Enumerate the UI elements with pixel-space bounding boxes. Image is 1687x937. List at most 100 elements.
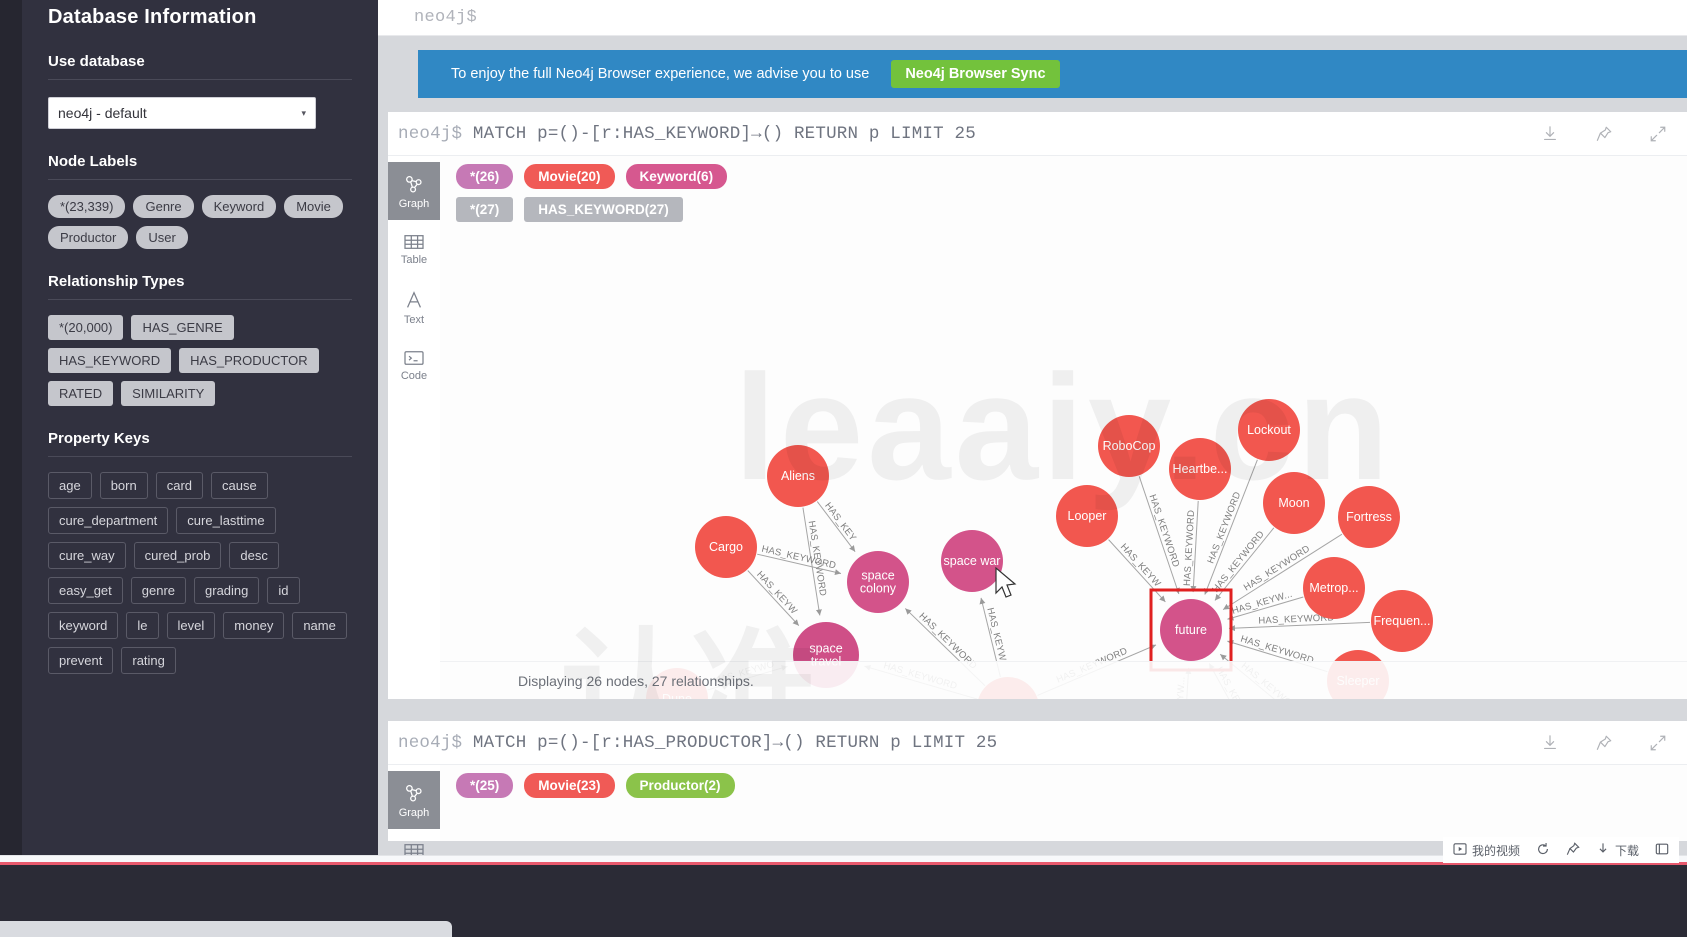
play-icon [1453,842,1467,858]
bottom-bar-item-4[interactable] [1655,842,1669,859]
bottom-bar-item-2[interactable] [1566,841,1580,859]
property-key-chip-11[interactable]: grading [194,577,260,604]
property-key-chip-9[interactable]: easy_get [48,577,123,604]
graph-icon [403,173,425,195]
page-title: Database Information [48,6,257,28]
node-label-chip-0[interactable]: *(23,339) [48,195,126,218]
graph-node-heartbe[interactable]: Heartbe... [1169,438,1231,500]
property-key-chip-2[interactable]: card [155,472,204,499]
refresh-icon [1536,842,1550,859]
graph-node-fortress[interactable]: Fortress [1338,486,1400,548]
graph-canvas[interactable]: 认准 leaaiy.cn *(26) Movie(20) Keyword(6) *(… [440,156,1687,699]
pin-icon[interactable] [1595,125,1613,143]
graph-relationship[interactable]: HAS_KEYWORD [1182,500,1199,593]
view-button-graph[interactable]: Graph [388,771,440,829]
bottom-bar-item-0[interactable]: 我的视频 [1453,842,1520,859]
graph-relationship[interactable]: HAS_KEYW [1108,539,1166,603]
rel-chip-1[interactable]: HAS_KEYWORD(27) [524,197,683,222]
view-button-text[interactable]: Text [388,278,440,336]
property-key-chip-5[interactable]: cure_lasttime [176,507,276,534]
property-key-chip-12[interactable]: id [267,577,300,604]
property-key-chip-3[interactable]: cause [211,472,268,499]
property-key-chip-15[interactable]: level [166,612,216,639]
frame-2-label-chips: *(25) Movie(23) Productor(2) [456,773,735,798]
graph-node-future[interactable]: future [1160,599,1222,661]
property-key-chip-17[interactable]: name [292,612,347,639]
node-chip-0[interactable]: *(25) [456,773,514,798]
bottom-bar-item-1[interactable] [1536,842,1550,859]
expand-icon[interactable] [1649,734,1667,752]
relationship-type-chip-1[interactable]: HAS_GENRE [131,315,234,340]
relationship-type-chip-4[interactable]: RATED [48,381,114,406]
graph-node-spacewar[interactable]: space war [941,530,1003,592]
node-chip-2[interactable]: Productor(2) [625,773,735,798]
frame-1-query: neo4j$ MATCH p=()-[r:HAS_KEYWORD]→() RET… [388,124,976,144]
node-label-chip-3[interactable]: Movie [284,195,343,218]
graph-node-spacecolony[interactable]: spacecolony [847,551,909,613]
graph-node-lockout[interactable]: Lockout [1238,399,1300,461]
node-label-chip-row: *(25) Movie(23) Productor(2) [456,773,735,798]
graph-node-looper[interactable]: Looper [1056,485,1118,547]
node-label-chip-5[interactable]: User [136,226,188,249]
graph-node-moon[interactable]: Moon [1263,472,1325,534]
download-icon[interactable] [1541,125,1559,143]
relationship-type-chip-2[interactable]: HAS_KEYWORD [48,348,172,373]
node-label-chip-1[interactable]: Genre [133,195,194,218]
property-key-chip-16[interactable]: money [223,612,285,639]
graph-visualization[interactable]: HAS_KEYHAS_KEYWORDHAS_KEYWORDHAS_KEYWHAS… [440,156,1687,699]
pin-icon[interactable] [1595,734,1613,752]
cypher-editor[interactable]: neo4j$ [378,0,1687,36]
rel-chip-0[interactable]: *(27) [456,197,514,222]
node-chip-0[interactable]: *(26) [456,164,514,189]
relationship-type-chip-5[interactable]: SIMILARITY [121,381,216,406]
property-key-chip-8[interactable]: desc [229,542,279,569]
property-key-chip-1[interactable]: born [99,472,148,499]
relationship-label: HAS_KEYW [1118,542,1163,590]
relationship-type-chip-0[interactable]: *(20,000) [48,315,124,340]
node-label-chip-2[interactable]: Keyword [201,195,277,218]
node-circle [1056,485,1118,547]
graph-node-aliens[interactable]: Aliens [767,445,829,507]
node-chip-1[interactable]: Movie(20) [524,164,615,189]
graph-node-cargo[interactable]: Cargo [695,516,757,578]
view-button-table[interactable]: Table [388,829,440,855]
node-chip-2[interactable]: Keyword(6) [625,164,728,189]
bottom-bar-item-3[interactable]: 下载 [1596,842,1639,859]
node-chip-1[interactable]: Movie(23) [524,773,615,798]
graph-relationship[interactable]: HAS_KEYWORD [757,544,842,576]
property-key-chip-19[interactable]: rating [121,647,176,674]
node-circle [1303,557,1365,619]
property-key-chip-0[interactable]: age [48,472,92,499]
frame-2-header: neo4j$ MATCH p=()-[r:HAS_PRODUCTOR]→() R… [388,721,1687,765]
frame-1-query-text: MATCH p=()-[r:HAS_KEYWORD]→() RETURN p L… [472,123,976,144]
graph-relationship[interactable]: HAS_KEY [816,501,858,552]
database-select[interactable]: neo4j - default ▾ [48,97,316,129]
graph-relationship[interactable]: HAS_KEYW [747,569,800,626]
view-button-code[interactable]: Code [388,336,440,394]
graph-node-frequen[interactable]: Frequen... [1371,590,1433,652]
relationship-type-chip-3[interactable]: HAS_PRODUCTOR [179,348,319,373]
property-key-chip-4[interactable]: cure_department [48,507,169,534]
view-button-graph[interactable]: Graph [388,162,440,220]
node-label-chip-4[interactable]: Productor [48,226,129,249]
node-circle [1160,599,1222,661]
code-icon [403,349,425,367]
neo4j-browser-sync-button[interactable]: Neo4j Browser Sync [891,60,1060,88]
graph-node-robocop[interactable]: RoboCop [1098,415,1160,477]
frame-2-canvas[interactable]: *(25) Movie(23) Productor(2) [440,765,1687,841]
expand-icon[interactable] [1649,125,1667,143]
property-key-chip-7[interactable]: cured_prob [133,542,222,569]
property-key-chip-6[interactable]: cure_way [48,542,126,569]
property-key-chip-13[interactable]: keyword [48,612,119,639]
property-key-chip-14[interactable]: le [126,612,159,639]
sidebar-rail [0,0,22,855]
relationship-types-list: *(20,000) HAS_GENRE HAS_KEYWORD HAS_PRODUCT… [48,315,352,406]
node-circle [695,516,757,578]
node-circle [1238,399,1300,461]
taskbar-tab-stub[interactable] [0,921,452,937]
download-icon[interactable] [1541,734,1559,752]
property-key-chip-18[interactable]: prevent [48,647,114,674]
graph-node-metrop[interactable]: Metrop... [1303,557,1365,619]
view-button-table[interactable]: Table [388,220,440,278]
property-key-chip-10[interactable]: genre [130,577,187,604]
